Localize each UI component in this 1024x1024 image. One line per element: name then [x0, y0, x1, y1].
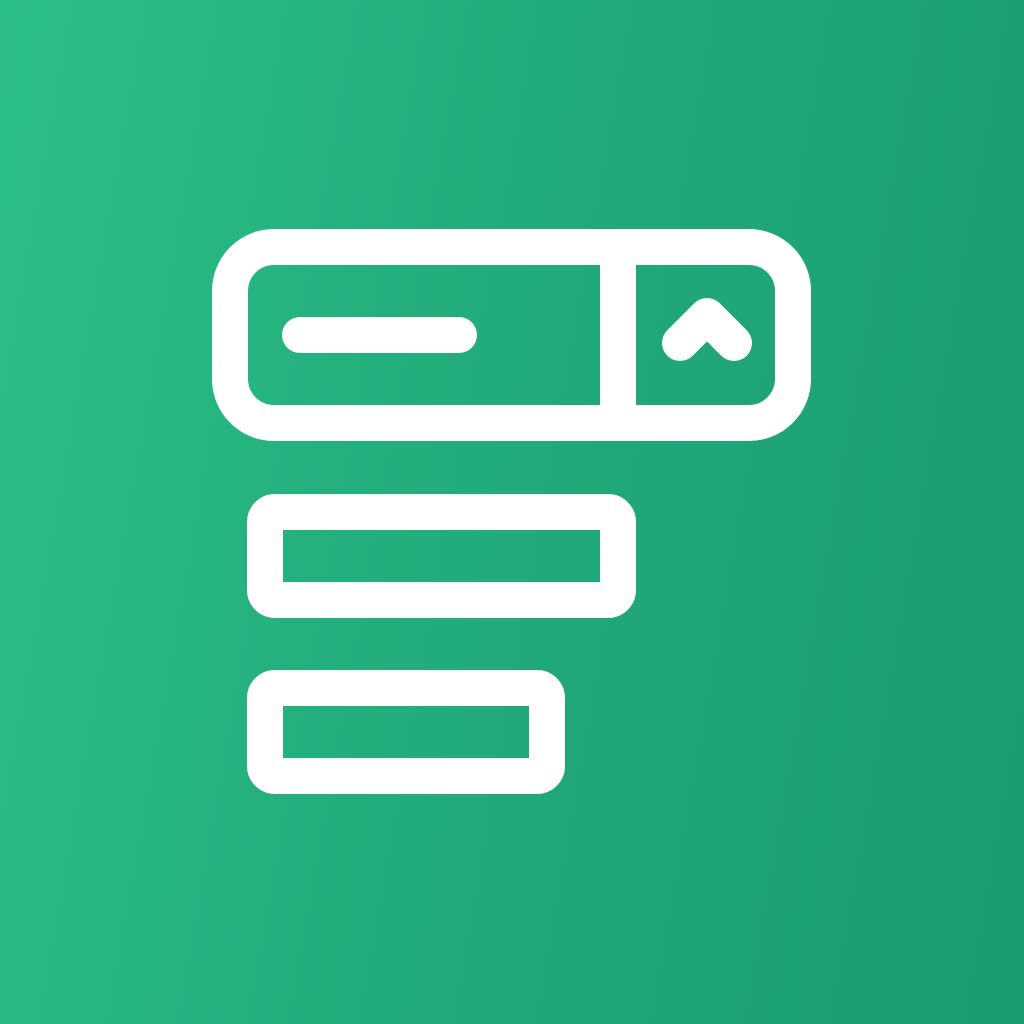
dropdown-select-icon	[212, 229, 811, 794]
option-item-icon	[247, 494, 636, 618]
app-icon	[0, 0, 1024, 1024]
chevron-up-icon	[662, 298, 752, 361]
option-item-icon	[247, 670, 565, 794]
